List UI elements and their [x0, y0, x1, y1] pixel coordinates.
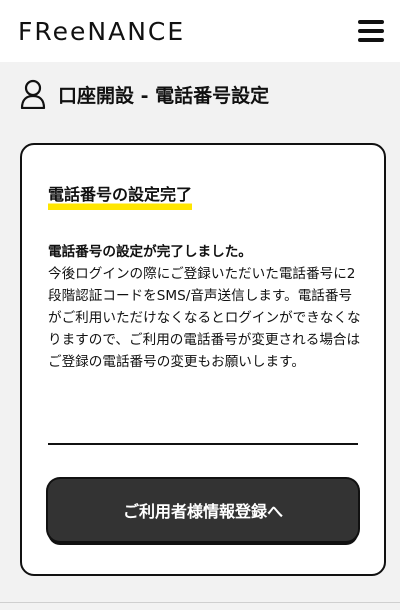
user-icon — [20, 79, 46, 109]
completion-card: 電話番号の設定完了 電話番号の設定が完了しました。 今後ログインの際にご登録いた… — [20, 143, 386, 576]
app-header: FReeNANCE — [0, 0, 400, 62]
card-heading: 電話番号の設定完了 — [48, 181, 193, 210]
menu-bar — [358, 38, 384, 42]
brand-logo[interactable]: FReeNANCE — [18, 17, 185, 46]
page-footer-edge — [0, 602, 400, 610]
page-heading: 口座開設 - 電話番号設定 — [20, 76, 269, 112]
completion-message: 電話番号の設定が完了しました。 今後ログインの際にご登録いただいた電話番号に2段… — [48, 241, 364, 373]
menu-bar — [358, 29, 384, 33]
hamburger-menu-icon[interactable] — [358, 20, 384, 42]
message-lead: 電話番号の設定が完了しました。 — [48, 244, 252, 260]
message-body: 今後ログインの際にご登録いただいた電話番号に2段階認証コードをSMS/音声送信し… — [48, 266, 361, 370]
menu-bar — [358, 20, 384, 24]
page-title: 口座開設 - 電話番号設定 — [58, 84, 270, 107]
divider — [48, 443, 358, 445]
user-info-registration-button[interactable]: ご利用者様情報登録へ — [48, 479, 358, 541]
